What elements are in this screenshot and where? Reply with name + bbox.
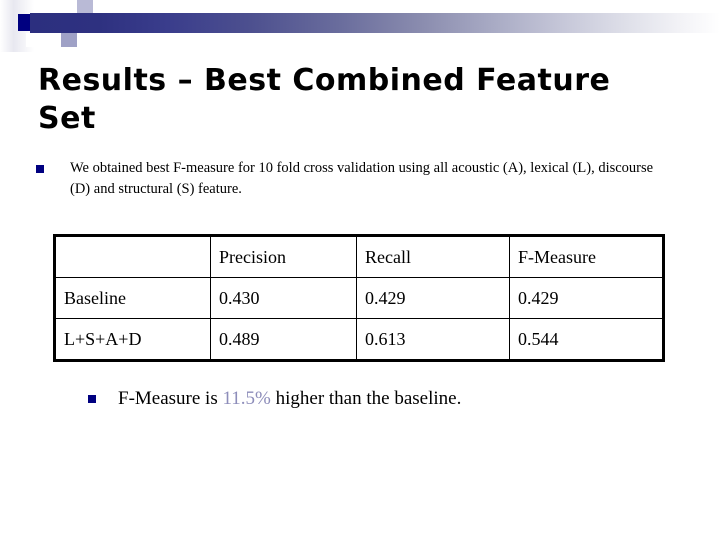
table-header-precision: Precision xyxy=(210,235,357,278)
table-row-label-lsad: L+S+A+D xyxy=(54,318,211,361)
header-gradient-bar xyxy=(30,13,720,33)
table-cell-lsad-recall: 0.613 xyxy=(356,318,510,361)
conclusion-text: F-Measure is 11.5% higher than the basel… xyxy=(118,386,461,412)
ornament-square-lavender-2 xyxy=(77,0,93,14)
table-header-row: Precision Recall F-Measure xyxy=(54,235,664,278)
conclusion-highlight-percent: 11.5% xyxy=(222,388,271,409)
ornament-square-lavender-8 xyxy=(26,33,44,47)
table-cell-lsad-fmeasure: 0.544 xyxy=(509,318,664,361)
table-cell-baseline-fmeasure: 0.429 xyxy=(509,277,664,319)
square-bullet-icon xyxy=(36,165,44,173)
table-header-fmeasure: F-Measure xyxy=(509,235,664,278)
table-cell-baseline-recall: 0.429 xyxy=(356,277,510,319)
page-title: Results – Best Combined Feature Set xyxy=(38,63,611,136)
bullet-item-conclusion: F-Measure is 11.5% higher than the basel… xyxy=(88,386,648,412)
table-cell-lsad-precision: 0.489 xyxy=(210,318,357,361)
ornament-square-lavender-1 xyxy=(61,0,77,14)
square-bullet-icon xyxy=(88,395,96,403)
ornament-square-lavender-7 xyxy=(61,31,77,47)
bullet-item-description: We obtained best F-measure for 10 fold c… xyxy=(36,158,676,200)
table-header-blank xyxy=(54,235,211,278)
results-table: Precision Recall F-Measure Baseline 0.43… xyxy=(53,234,665,362)
table-header-recall: Recall xyxy=(356,235,510,278)
table-row-label-baseline: Baseline xyxy=(54,277,211,319)
table-cell-baseline-precision: 0.430 xyxy=(210,277,357,319)
conclusion-suffix: higher than the baseline. xyxy=(270,388,462,409)
ornament-square-lavender-6 xyxy=(45,31,61,47)
table-row: L+S+A+D 0.489 0.613 0.544 xyxy=(54,318,664,361)
table-row: Baseline 0.430 0.429 0.429 xyxy=(54,277,664,319)
header-ornament xyxy=(0,0,720,52)
conclusion-prefix: F-Measure is xyxy=(118,388,223,409)
bullet-item-label: We obtained best F-measure for 10 fold c… xyxy=(70,160,654,197)
